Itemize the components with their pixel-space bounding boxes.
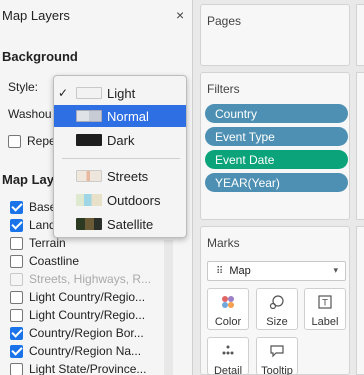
layer-item[interactable]: Land	[10, 216, 56, 234]
color-button[interactable]: Color	[207, 288, 249, 330]
filter-pill-event-date[interactable]: Event Date	[205, 150, 348, 169]
layer-item[interactable]: Base	[10, 198, 56, 216]
layer-item[interactable]: Country/Region Na...	[10, 342, 141, 360]
style-option-light[interactable]: ✓ Light	[54, 82, 186, 104]
layer-label: Terrain	[29, 236, 66, 250]
layers-scrollbar[interactable]	[164, 240, 173, 375]
style-option-streets[interactable]: Streets	[54, 165, 186, 187]
washout-label: Washou	[8, 107, 52, 121]
tooltip-button[interactable]: Tooltip	[256, 337, 298, 375]
style-option-label: Dark	[107, 132, 135, 148]
layer-label: Light Country/Regio...	[29, 290, 146, 304]
style-option-label: Outdoors	[107, 192, 161, 208]
background-heading: Background	[2, 49, 78, 64]
dark-swatch-icon	[76, 134, 102, 146]
chevron-down-icon: ▾	[333, 265, 338, 275]
layer-checkbox[interactable]	[10, 290, 23, 304]
repeat-checkbox-row[interactable]: Repe	[8, 132, 56, 150]
style-option-label: Streets	[107, 168, 149, 184]
filter-pill-event-type[interactable]: Event Type	[205, 127, 348, 146]
style-label: Style:	[8, 80, 39, 94]
layer-label: Land	[29, 218, 56, 232]
layer-checkbox[interactable]	[10, 362, 23, 375]
style-option-satellite[interactable]: Satellite	[54, 213, 186, 235]
marks-title: Marks	[207, 236, 240, 250]
layer-checkbox	[10, 272, 23, 286]
style-option-normal[interactable]: Normal	[54, 105, 186, 127]
label-icon: T	[305, 295, 345, 312]
layer-label: Streets, Highways, R...	[29, 272, 152, 286]
layer-checkbox[interactable]	[10, 344, 23, 358]
label-label: Label	[311, 316, 339, 328]
layer-item[interactable]: Country/Region Bor...	[10, 324, 144, 342]
layer-checkbox[interactable]	[10, 236, 23, 250]
streets-swatch-icon	[76, 170, 102, 182]
filters-shelf[interactable]: Filters	[200, 72, 350, 220]
map-mark-icon: ⠿	[216, 265, 224, 277]
style-option-label: Normal	[107, 108, 149, 124]
filter-pill-year[interactable]: YEAR(Year)	[205, 173, 348, 192]
mark-type-label: Map	[229, 265, 251, 277]
side-edge-panel	[356, 72, 364, 220]
filter-pill-country[interactable]: Country	[205, 104, 348, 123]
layer-label: Country/Region Na...	[29, 344, 142, 358]
color-icon	[208, 295, 248, 312]
light-swatch-icon	[76, 87, 102, 99]
satellite-swatch-icon	[76, 218, 102, 230]
tooltip-label: Tooltip	[261, 365, 293, 375]
detail-button[interactable]: Detail	[207, 337, 249, 375]
repeat-label: Repe	[27, 134, 56, 148]
side-edge-panel	[356, 4, 364, 66]
style-option-dark[interactable]: Dark	[54, 129, 186, 151]
style-option-label: Light	[107, 85, 136, 101]
normal-swatch-icon	[76, 110, 102, 122]
layer-checkbox[interactable]	[10, 308, 23, 322]
layer-checkbox[interactable]	[10, 218, 23, 232]
layer-item[interactable]: Light Country/Regio...	[10, 288, 145, 306]
filters-title: Filters	[207, 82, 240, 96]
menu-divider	[62, 158, 180, 159]
detail-icon	[208, 344, 248, 361]
style-dropdown-menu: ✓ Light Normal Dark Streets Outdoors Sat…	[53, 75, 187, 238]
panel-header: Map Layers ×	[0, 0, 193, 30]
layer-label: Coastline	[29, 254, 80, 268]
size-button[interactable]: Size	[256, 288, 298, 330]
layer-item[interactable]: Coastline	[10, 252, 79, 270]
layer-item[interactable]: Light Country/Regio...	[10, 306, 145, 324]
svg-text:T: T	[321, 299, 328, 309]
layer-checkbox[interactable]	[10, 200, 23, 214]
layer-checkbox[interactable]	[10, 254, 23, 268]
mark-type-select[interactable]: ⠿ Map ▾	[207, 261, 346, 281]
style-option-outdoors[interactable]: Outdoors	[54, 189, 186, 211]
close-icon[interactable]: ×	[176, 7, 184, 23]
pages-shelf[interactable]: Pages	[200, 4, 350, 66]
layer-checkbox[interactable]	[10, 326, 23, 340]
layer-label: Light State/Province...	[29, 362, 147, 375]
size-label: Size	[266, 316, 288, 328]
color-label: Color	[214, 316, 242, 328]
layer-item: Streets, Highways, R...	[10, 270, 151, 288]
layer-item[interactable]: Light State/Province...	[10, 360, 146, 375]
side-edge-panel	[356, 226, 364, 375]
outdoors-swatch-icon	[76, 194, 102, 206]
layer-label: Light Country/Regio...	[29, 308, 146, 322]
tooltip-icon	[257, 344, 297, 361]
detail-label: Detail	[213, 365, 243, 375]
repeat-checkbox[interactable]	[8, 134, 21, 148]
pages-title: Pages	[207, 14, 242, 28]
label-button[interactable]: T Label	[304, 288, 346, 330]
size-icon	[257, 295, 297, 312]
style-option-label: Satellite	[107, 216, 154, 232]
layer-label: Country/Region Bor...	[29, 326, 144, 340]
checkmark-icon: ✓	[58, 86, 69, 100]
panel-title: Map Layers	[2, 8, 70, 23]
